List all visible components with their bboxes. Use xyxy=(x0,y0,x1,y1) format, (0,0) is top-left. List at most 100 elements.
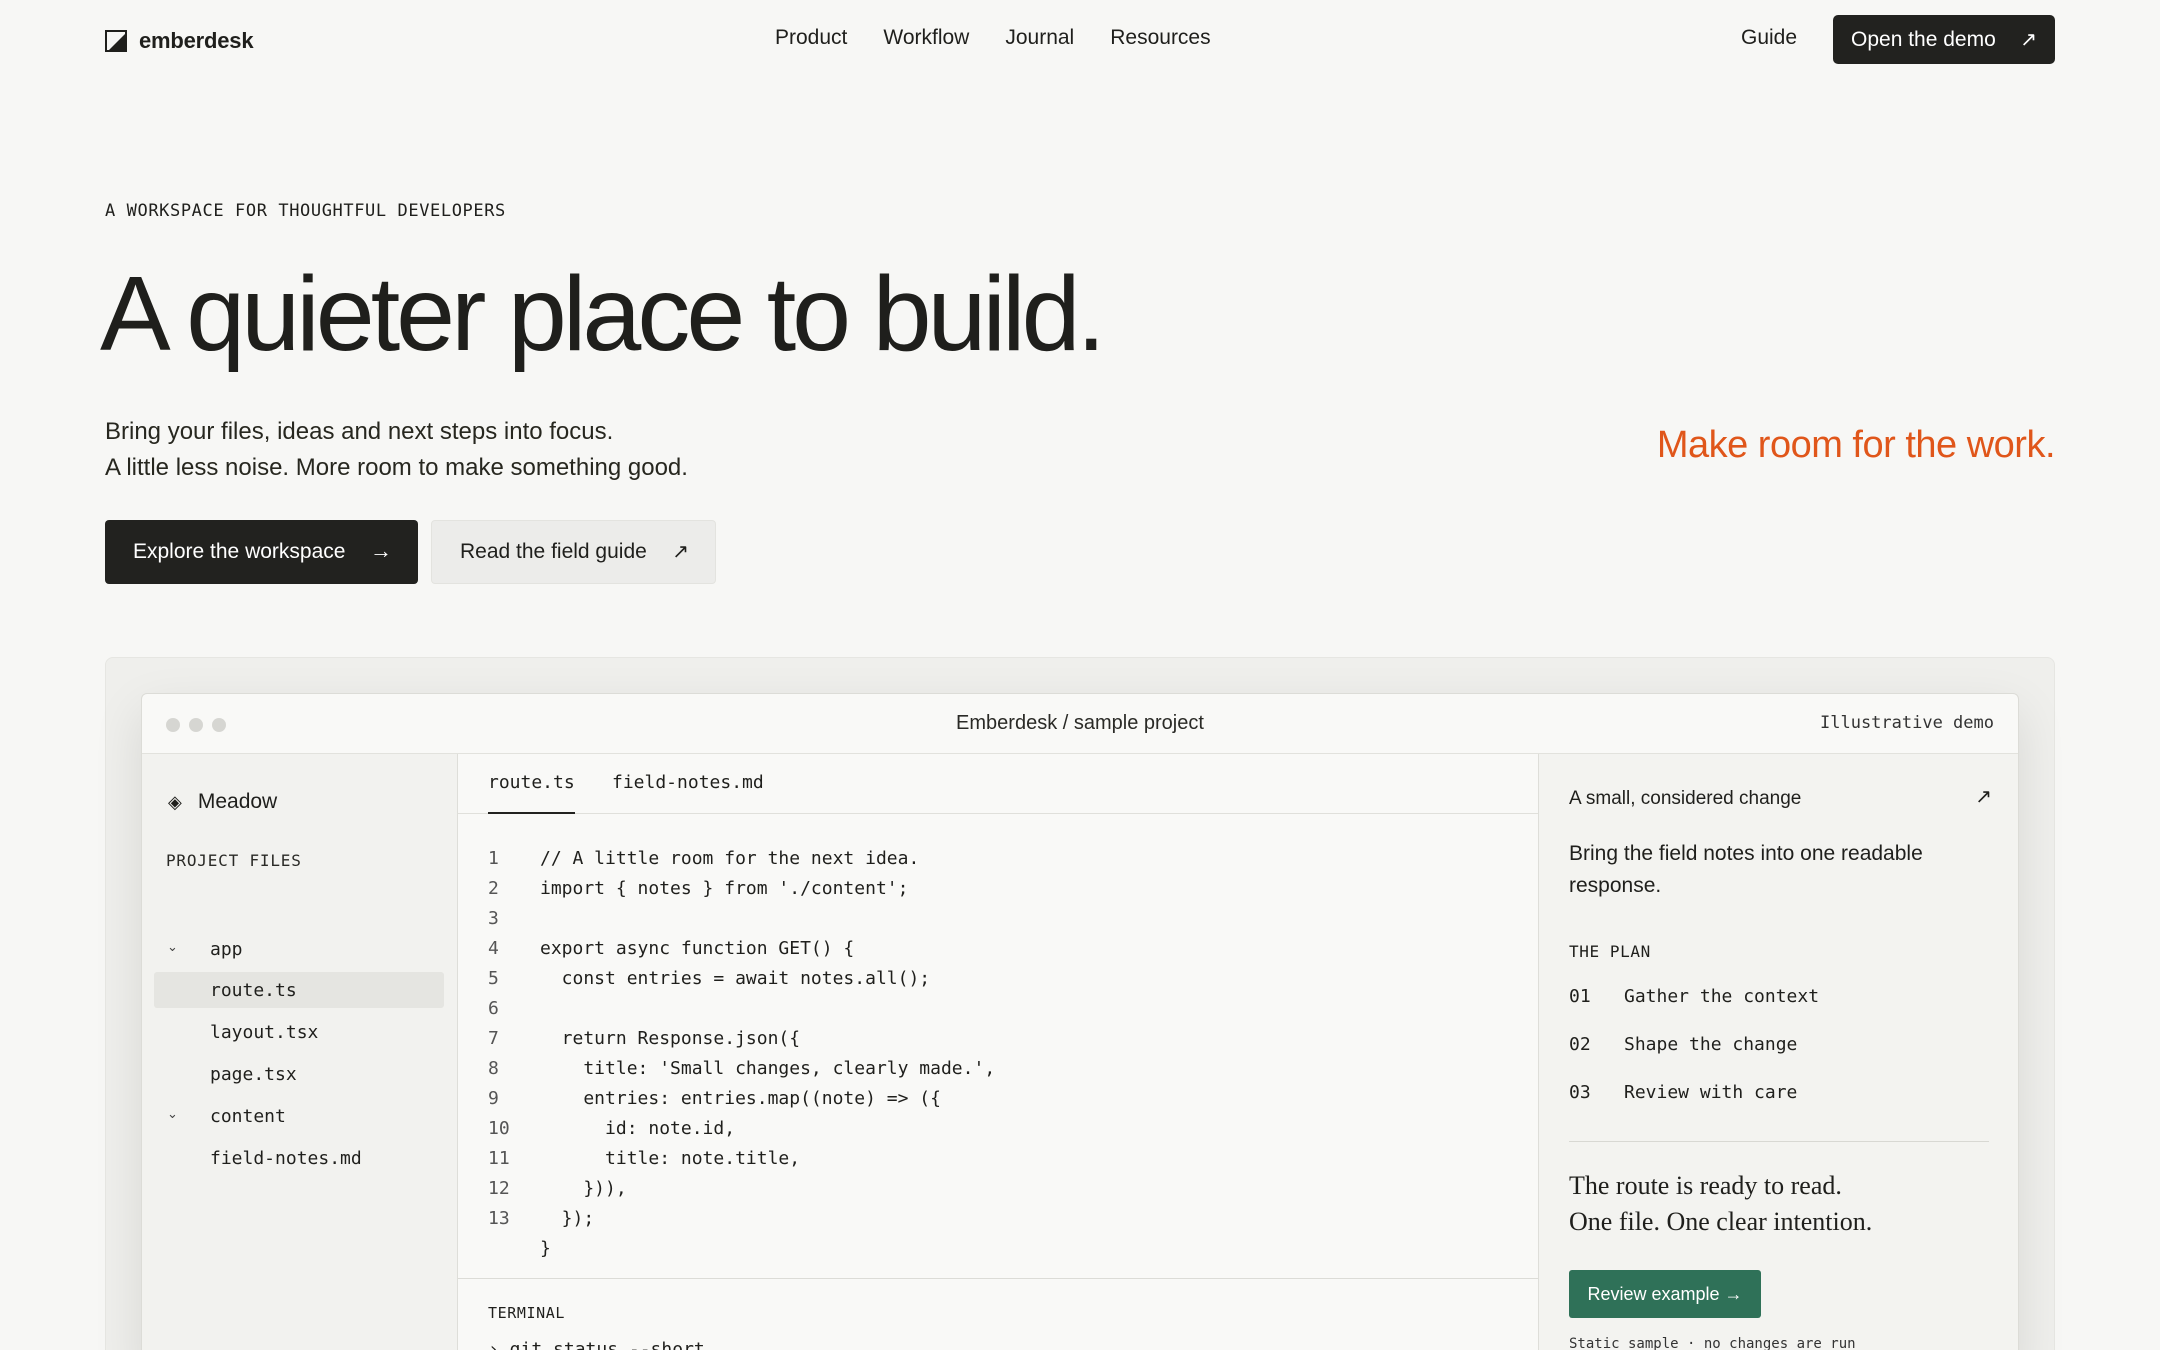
line-number: 5 xyxy=(488,968,499,989)
code-line: 11 title: note.title, xyxy=(488,1148,995,1178)
tree-folder-app[interactable]: ⌄ app xyxy=(154,931,444,967)
nav-links: Product Workflow Journal Resources xyxy=(775,26,1211,50)
line-number: 6 xyxy=(488,998,499,1019)
brand-logo-icon xyxy=(105,30,127,52)
tree-item-label: page.tsx xyxy=(210,1064,297,1085)
plan-step-number: 01 xyxy=(1569,986,1591,1007)
tree-item-label: field-notes.md xyxy=(210,1148,362,1169)
plan-step-number: 02 xyxy=(1569,1034,1591,1055)
brand[interactable]: emberdesk xyxy=(105,28,254,54)
tab-field-notes[interactable]: field-notes.md xyxy=(612,772,764,793)
nav-link-journal[interactable]: Journal xyxy=(1005,26,1074,50)
line-number: 10 xyxy=(488,1118,510,1139)
nav-link-product[interactable]: Product xyxy=(775,26,847,50)
code-line: 12 })), xyxy=(488,1178,995,1208)
panel-title: A small, considered change xyxy=(1569,788,1802,809)
code-line: 3 xyxy=(488,908,995,938)
code-text: import { notes } from './content'; xyxy=(540,878,909,899)
open-demo-label: Open the demo xyxy=(1851,27,1996,51)
line-number: 9 xyxy=(488,1088,499,1109)
code-text: } xyxy=(540,1238,551,1259)
line-number xyxy=(488,1238,540,1268)
nav-link-workflow[interactable]: Workflow xyxy=(883,26,969,50)
summary-line: One file. One clear intention. xyxy=(1569,1207,1873,1236)
code-line: 5 const entries = await notes.all(); xyxy=(488,968,995,998)
code-line: 9 entries: entries.map((note) => ({ xyxy=(488,1088,995,1118)
plan-step: 03 Review with care xyxy=(1569,1082,1797,1103)
code-editor: route.ts field-notes.md 1 // A little roo… xyxy=(458,754,1538,1350)
code-text: const entries = await notes.all(); xyxy=(540,968,931,989)
hero-accent-text: Make room for the work. xyxy=(1656,424,2056,466)
demo-window: Emberdesk / sample project Illustrative … xyxy=(141,693,2019,1350)
line-number: 2 xyxy=(488,878,499,899)
top-nav: emberdesk Product Workflow Journal Resou… xyxy=(0,0,2160,80)
code-line: 7 return Response.json({ xyxy=(488,1028,995,1058)
diamond-icon: ◈ xyxy=(168,791,182,812)
terminal-command: › git status --short xyxy=(488,1339,705,1350)
chevron-down-icon: ⌄ xyxy=(167,1106,178,1121)
code-text: // A little room for the next idea. xyxy=(540,848,920,869)
field-guide-button[interactable]: Read the field guide ↗ xyxy=(431,520,716,584)
arrow-right-icon: → xyxy=(370,538,392,563)
chevron-down-icon: ⌄ xyxy=(167,939,178,954)
code-line: 2 import { notes } from './content'; xyxy=(488,878,995,908)
line-number: 4 xyxy=(488,938,499,959)
plan-step-text: Shape the change xyxy=(1624,1034,1798,1055)
explore-workspace-button[interactable]: Explore the workspace → xyxy=(105,520,418,584)
terminal: TERMINAL › git status --short xyxy=(458,1278,1538,1350)
hero-headline: A quieter place to build. xyxy=(100,255,1106,373)
project-name: Meadow xyxy=(197,790,278,813)
plan-step-text: Gather the context xyxy=(1624,986,1820,1007)
panel-summary: The route is ready to read. One file. On… xyxy=(1569,1168,1872,1240)
window-title: Emberdesk / sample project xyxy=(956,712,1204,734)
line-number: 1 xyxy=(488,848,499,869)
code-lines: 1 // A little room for the next idea. 2 imp… xyxy=(488,848,995,1268)
code-text: title: 'Small changes, clearly made.', xyxy=(540,1058,996,1079)
plan-step: 02 Shape the change xyxy=(1569,1034,1797,1055)
panel-divider xyxy=(1569,1141,1989,1142)
arrow-up-right-icon: ↗ xyxy=(2020,29,2037,51)
open-demo-button[interactable]: Open the demo ↗ xyxy=(1833,15,2055,64)
nav-link-resources[interactable]: Resources xyxy=(1110,26,1210,50)
code-text: id: note.id, xyxy=(540,1118,736,1139)
line-number: 11 xyxy=(488,1148,510,1169)
panel-footnote: Static sample · no changes are run xyxy=(1569,1336,1856,1350)
change-panel: A small, considered change ↗ Bring the f… xyxy=(1538,754,2018,1350)
file-sidebar: ◈ Meadow PROJECT FILES ⌄ app route.ts la… xyxy=(142,754,458,1350)
code-text: title: note.title, xyxy=(540,1148,801,1169)
tree-item-label: layout.tsx xyxy=(210,1022,319,1043)
plan-step: 01 Gather the context xyxy=(1569,986,1819,1007)
tree-item-label: route.ts xyxy=(210,980,297,1001)
hero-subtitle: Bring your files, ideas and next steps i… xyxy=(105,414,688,486)
project-files-label: PROJECT FILES xyxy=(166,851,302,870)
editor-tabs: route.ts field-notes.md xyxy=(458,754,1538,814)
tree-folder-content[interactable]: ⌄ content xyxy=(154,1098,444,1134)
tree-file-field-notes[interactable]: field-notes.md xyxy=(154,1140,444,1176)
arrow-up-right-icon: ↗ xyxy=(672,541,689,563)
code-line: 1 // A little room for the next idea. xyxy=(488,848,995,878)
code-line: } xyxy=(488,1238,995,1268)
code-line: 8 title: 'Small changes, clearly made.', xyxy=(488,1058,995,1088)
review-example-button[interactable]: Review example → xyxy=(1569,1270,1761,1318)
terminal-label: TERMINAL xyxy=(488,1304,566,1322)
line-number: 7 xyxy=(488,1028,499,1049)
tree-file-layout[interactable]: layout.tsx xyxy=(154,1014,444,1050)
nav-link-guide[interactable]: Guide xyxy=(1741,26,1797,50)
code-line: 4 export async function GET() { xyxy=(488,938,995,968)
plan-step-number: 03 xyxy=(1569,1082,1591,1103)
illustrative-demo-badge: Illustrative demo xyxy=(1820,713,1994,733)
summary-line: The route is ready to read. xyxy=(1569,1171,1842,1200)
code-line: 13 }); xyxy=(488,1208,995,1238)
arrow-up-right-icon[interactable]: ↗ xyxy=(1975,784,1992,809)
panel-description: Bring the field notes into one readable … xyxy=(1569,842,1923,897)
code-text: }); xyxy=(540,1208,595,1229)
tree-file-page[interactable]: page.tsx xyxy=(154,1056,444,1092)
tree-file-route[interactable]: route.ts xyxy=(154,972,444,1008)
tab-route-ts[interactable]: route.ts xyxy=(488,772,575,814)
code-text: })), xyxy=(540,1178,627,1199)
line-number: 13 xyxy=(488,1208,510,1229)
project-selector[interactable]: ◈ Meadow xyxy=(168,790,277,814)
hero-subtitle-line: Bring your files, ideas and next steps i… xyxy=(105,418,614,445)
code-line: 10 id: note.id, xyxy=(488,1118,995,1148)
brand-name: emberdesk xyxy=(139,28,254,53)
